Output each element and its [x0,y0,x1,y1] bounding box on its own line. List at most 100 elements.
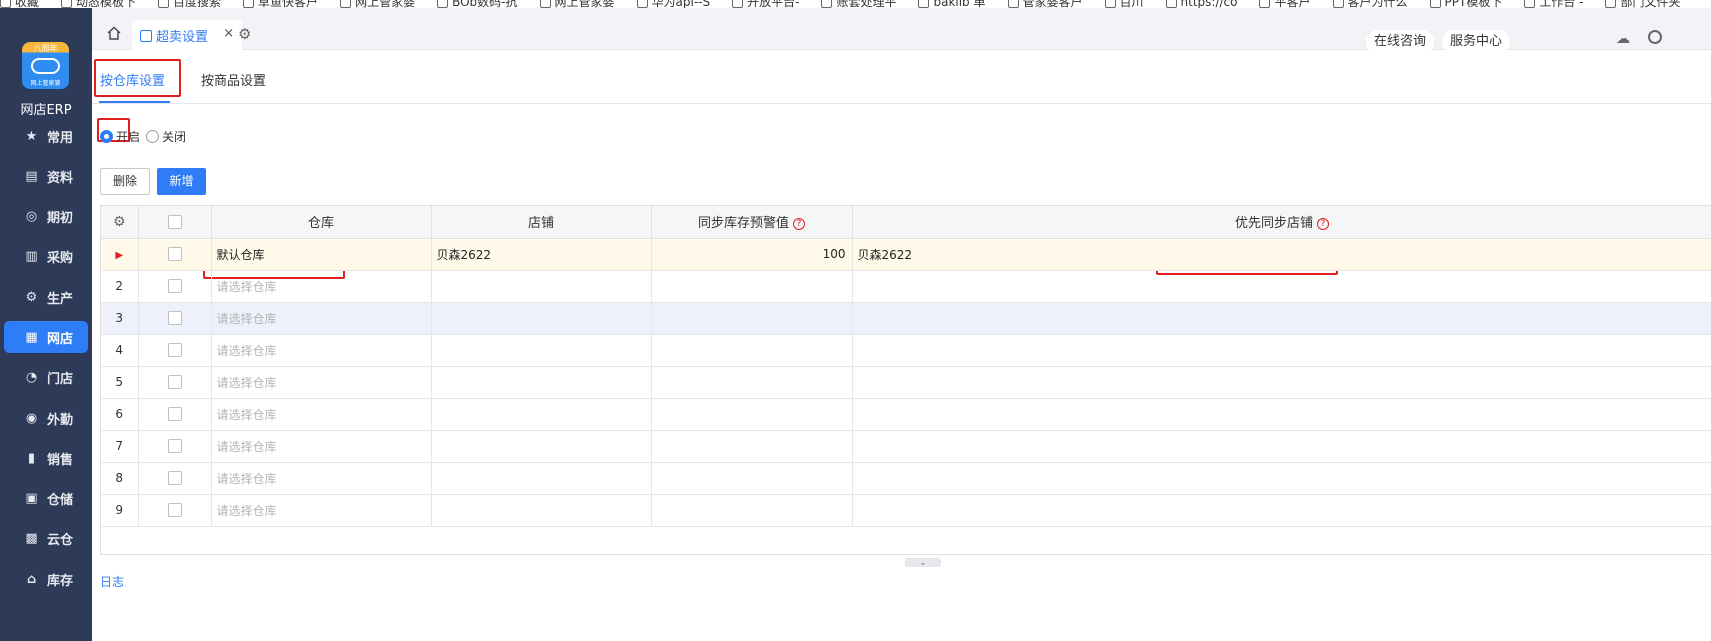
sidebar-item-mendian[interactable]: ◔ 门店 [4,362,88,394]
cell-threshold[interactable] [651,270,853,303]
column-shop[interactable]: 店铺 [431,206,652,239]
row-select[interactable] [138,302,212,335]
cell-shop[interactable] [431,462,652,495]
cell-warehouse[interactable]: 请选择仓库 [211,462,432,495]
bookmark-item[interactable]: 动态模板下 [61,0,136,8]
table-row[interactable]: 3 请选择仓库 [101,302,1711,335]
cell-warehouse[interactable]: 请选择仓库 [211,494,432,527]
search-icon[interactable] [1648,30,1662,44]
row-checkbox[interactable] [167,471,182,486]
bookmark-item[interactable]: 客户为什么 [1332,0,1408,8]
gear-icon[interactable]: ⚙ [113,214,126,230]
cell-priority-shop[interactable] [852,494,1711,527]
select-all[interactable] [138,206,212,239]
app-logo[interactable]: 八周年 网上管家婆 [22,42,69,89]
select-all-checkbox[interactable] [167,214,182,229]
bookmark-item[interactable]: 账套处理平 [821,0,896,8]
cell-warehouse[interactable]: 请选择仓库 [211,366,432,399]
cell-threshold[interactable] [651,430,853,463]
cell-priority-shop[interactable] [852,366,1711,399]
gear-icon[interactable]: ⚙ [238,25,251,43]
cell-threshold[interactable] [651,462,853,495]
cell-priority-shop[interactable] [852,398,1711,431]
radio-on[interactable] [100,130,113,143]
bookmark-item[interactable]: 开放平台- [732,0,799,8]
sidebar-item-qichu[interactable]: ◎ 期初 [4,201,88,233]
cell-threshold[interactable] [651,398,853,431]
table-row[interactable]: 2 请选择仓库 [101,270,1711,303]
sidebar-item-ziliao[interactable]: ▤ 资料 [4,160,88,192]
bookmark-item[interactable]: https://co [1165,0,1237,8]
delete-button[interactable]: 删除 [100,168,151,195]
cell-priority-shop[interactable] [852,270,1711,303]
cell-shop[interactable] [431,366,652,399]
row-checkbox[interactable] [167,407,182,422]
table-row[interactable]: 7 请选择仓库 [101,430,1711,463]
help-icon[interactable]: ? [793,217,805,230]
radio-off[interactable] [146,130,160,143]
cell-shop[interactable] [431,398,652,431]
cell-warehouse[interactable]: 请选择仓库 [211,270,432,303]
row-select[interactable] [138,334,212,367]
cell-warehouse[interactable]: 默认仓库 [211,238,432,271]
log-link[interactable]: 日志 [100,573,124,590]
tab-oversell-settings[interactable]: 超卖设置 × [132,20,242,51]
sidebar-item-xiaoshou[interactable]: ▮ 销售 [4,442,88,474]
cell-priority-shop[interactable] [852,430,1711,463]
help-icon[interactable]: ? [1317,217,1329,230]
bookmark-item[interactable]: 网上管家婆 [340,0,415,8]
cloud-download-icon[interactable]: ☁ [1616,31,1630,47]
cell-shop[interactable] [431,334,652,367]
bookmark-item[interactable]: 部门文件夹 [1605,0,1681,8]
cell-warehouse[interactable]: 请选择仓库 [211,334,432,367]
cell-shop[interactable] [431,270,652,303]
cell-warehouse[interactable]: 请选择仓库 [211,302,432,335]
bookmark-item[interactable]: 百度搜索 [158,0,221,8]
tab-by-product[interactable]: 按商品设置 [201,70,266,89]
sidebar-item-changyong[interactable]: ★ 常用 [4,120,88,152]
table-row[interactable]: 5 请选择仓库 [101,366,1711,399]
cell-priority-shop[interactable]: 贝森2622 [852,238,1711,271]
column-settings[interactable]: ⚙ [101,206,139,239]
cell-threshold[interactable] [651,302,853,335]
bookmark-item[interactable]: 华为api--S [636,0,710,8]
table-row[interactable]: 8 请选择仓库 [101,462,1711,495]
cell-priority-shop[interactable] [852,302,1711,335]
cell-threshold[interactable] [651,334,853,367]
cell-shop[interactable] [431,430,652,463]
cell-shop[interactable]: 贝森2622 [431,238,652,271]
cell-shop[interactable] [431,302,652,335]
bookmark-item[interactable]: baklib 单 [918,0,986,8]
bookmark-item[interactable]: PPT模板下 [1429,0,1502,8]
row-select[interactable] [138,462,212,495]
sidebar-item-waiqin[interactable]: ◉ 外勤 [4,402,88,434]
bookmark-item[interactable]: 草鱼快客户 [243,0,318,8]
sidebar-item-kucun[interactable]: ⌂ 库存 [4,563,88,595]
cell-threshold[interactable] [651,494,853,527]
row-checkbox[interactable] [167,311,182,326]
sidebar-item-cangchu[interactable]: ▣ 仓储 [4,483,88,515]
row-checkbox[interactable] [167,503,182,518]
tab-by-warehouse[interactable]: 按仓库设置 [100,70,165,89]
row-checkbox[interactable] [167,247,182,262]
row-select[interactable] [138,398,212,431]
cell-priority-shop[interactable] [852,462,1711,495]
radio-off-label[interactable]: 关闭 [162,128,186,145]
row-select[interactable] [138,366,212,399]
bookmark-item[interactable]: 管家婆客户 [1007,0,1083,8]
bookmark-item[interactable]: BOb数码-抗 [437,0,518,8]
row-select[interactable] [138,494,212,527]
column-priority-shop[interactable]: 优先同步店铺? [852,206,1711,239]
row-select[interactable] [138,238,212,271]
bookmark-item[interactable]: 收藏 [0,0,39,8]
cell-warehouse[interactable]: 请选择仓库 [211,398,432,431]
cell-threshold[interactable]: 100 [651,238,853,271]
row-checkbox[interactable] [167,279,182,294]
row-checkbox[interactable] [167,343,182,358]
cell-shop[interactable] [431,494,652,527]
row-select[interactable] [138,430,212,463]
home-icon[interactable] [106,25,122,41]
table-row[interactable]: 9 请选择仓库 [101,494,1711,527]
bookmark-item[interactable]: 百川 [1104,0,1144,8]
radio-on-label[interactable]: 开启 [116,128,140,145]
